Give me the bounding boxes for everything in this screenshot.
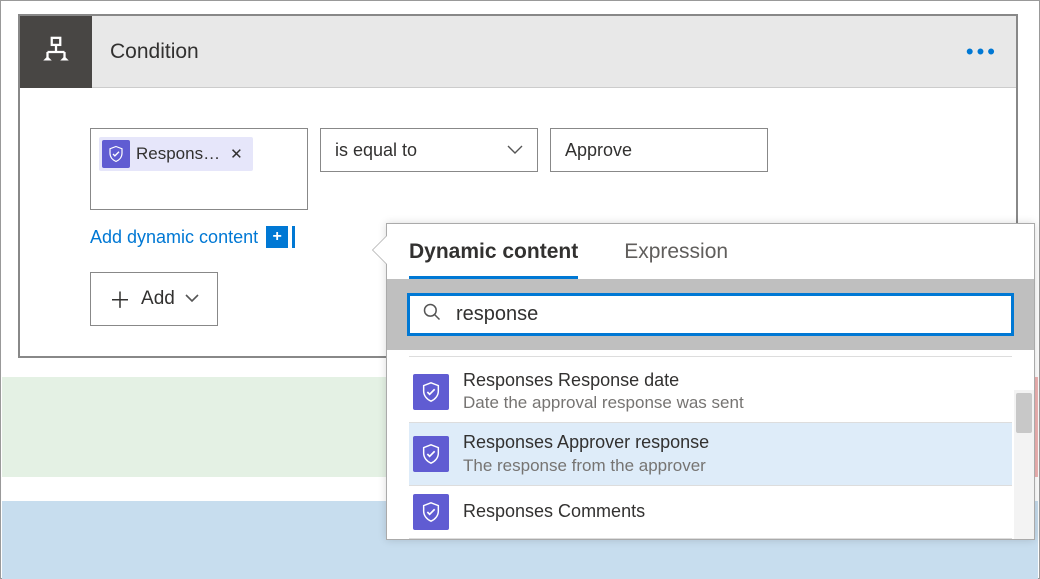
card-title: Condition (110, 40, 199, 64)
approval-icon (102, 140, 130, 168)
result-title: Responses Response date (463, 369, 744, 392)
left-operand-field[interactable]: Respons… ✕ (90, 128, 308, 210)
search-icon (422, 302, 442, 327)
flyout-arrow (373, 236, 387, 264)
operator-select[interactable]: is equal to (320, 128, 538, 172)
chevron-down-icon (507, 142, 523, 158)
result-text: Responses Response date Date the approva… (463, 369, 744, 414)
tab-expression[interactable]: Expression (624, 240, 728, 279)
search-bar[interactable] (407, 293, 1014, 336)
result-title: Responses Approver response (463, 431, 709, 454)
dynamic-token-chip[interactable]: Respons… ✕ (99, 137, 253, 171)
chevron-down-icon (185, 291, 199, 307)
result-text: Responses Comments (463, 500, 645, 523)
text-cursor (292, 226, 295, 248)
approval-icon (413, 494, 449, 530)
result-desc: Date the approval response was sent (463, 392, 744, 414)
approval-icon (413, 374, 449, 410)
scrollbar-thumb[interactable] (1016, 393, 1032, 433)
flyout-tabs: Dynamic content Expression (387, 224, 1034, 279)
condition-icon (20, 16, 92, 88)
add-dynamic-content-link[interactable]: Add dynamic content (90, 227, 258, 248)
results-list: Responses Response date Date the approva… (387, 350, 1034, 539)
result-text: Responses Approver response The response… (463, 431, 709, 476)
card-header[interactable]: Condition ••• (20, 16, 1016, 88)
result-item[interactable]: Responses Approver response The response… (409, 423, 1012, 485)
tab-dynamic-content[interactable]: Dynamic content (409, 240, 578, 279)
right-operand-field[interactable] (550, 128, 768, 172)
token-label: Respons… (136, 144, 220, 164)
close-icon[interactable]: ✕ (226, 145, 247, 163)
result-desc: The response from the approver (463, 455, 709, 477)
dynamic-content-flyout: Dynamic content Expression Resp (386, 223, 1035, 540)
add-row-button[interactable]: ＋ Add (90, 272, 218, 326)
add-dynamic-content-row: Add dynamic content + (90, 226, 308, 248)
operator-value: is equal to (335, 140, 417, 161)
approval-icon (413, 436, 449, 472)
left-operand-wrap: Respons… ✕ Add dynamic content + ＋ Add (90, 128, 308, 326)
search-input[interactable] (456, 303, 999, 326)
result-item[interactable]: Responses Response date Date the approva… (409, 361, 1012, 423)
add-button-label: Add (141, 288, 175, 310)
scrollbar[interactable] (1014, 390, 1034, 539)
more-icon[interactable]: ••• (966, 39, 998, 65)
plus-icon[interactable]: + (266, 226, 288, 248)
plus-icon: ＋ (109, 283, 131, 315)
search-bar-wrap (387, 279, 1034, 350)
result-item[interactable]: Responses Comments (409, 486, 1012, 539)
result-title: Responses Comments (463, 500, 645, 523)
